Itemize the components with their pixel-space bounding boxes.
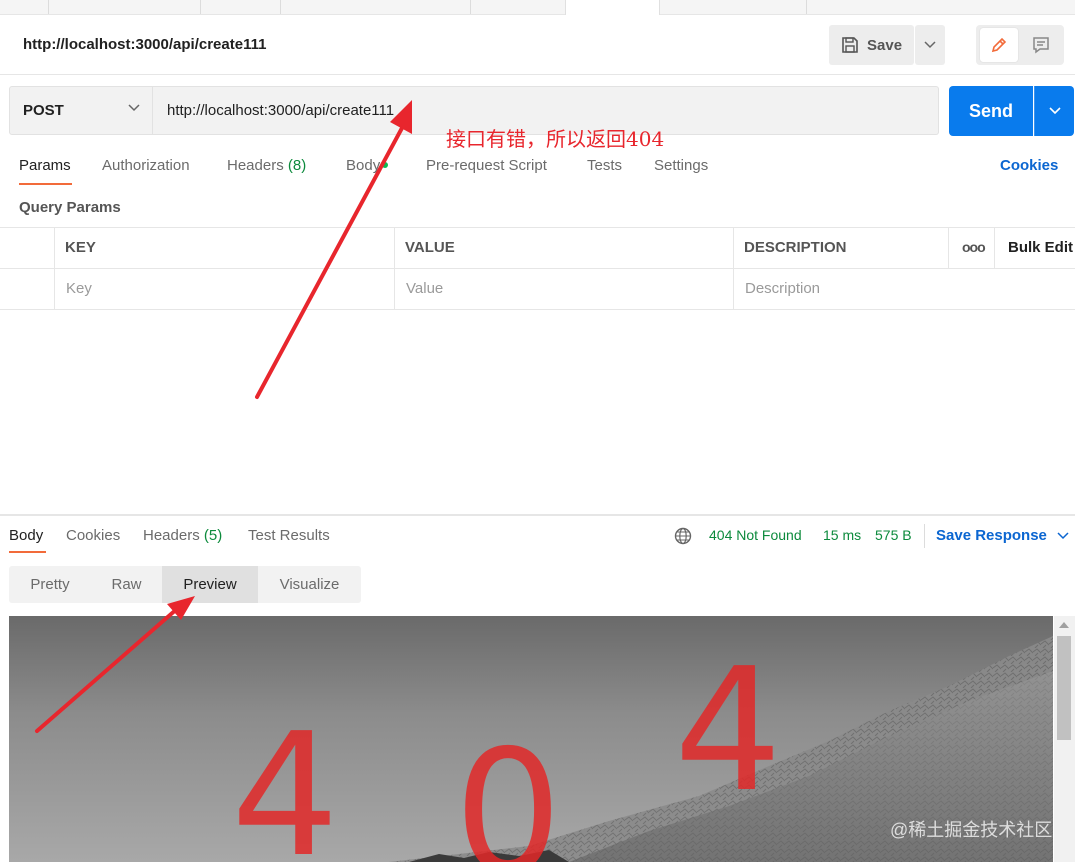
save-response-button[interactable]: Save Response [936,527,1069,544]
tab-authorization[interactable]: Authorization [102,157,190,174]
response-active-tab-indicator [9,551,46,553]
header-divider [0,74,1075,75]
method-label: POST [23,102,64,119]
active-request-tab[interactable] [565,0,660,15]
response-headers-count: (5) [203,527,223,544]
comments-mode-button[interactable] [1022,28,1060,62]
globe-icon[interactable] [674,527,692,545]
format-visualize[interactable]: Visualize [258,566,361,603]
response-headers-label: Headers [143,527,200,544]
tab-tests[interactable]: Tests [587,157,622,174]
save-icon [842,37,858,53]
response-time[interactable]: 15 ms [823,527,861,543]
active-tab-indicator [19,183,72,185]
response-tab-cookies[interactable]: Cookies [66,527,120,544]
pencil-icon [991,37,1007,53]
value-input[interactable]: Value [406,280,443,297]
save-options-button[interactable] [915,25,945,65]
more-options-button[interactable]: ooo [962,239,986,255]
response-tab-test-results[interactable]: Test Results [248,527,330,544]
format-preview[interactable]: Preview [162,566,258,603]
top-tab-strip [0,0,1075,15]
watermark: @稀土掘金技术社区 [890,820,1053,840]
format-raw[interactable]: Raw [91,566,162,603]
method-select[interactable]: POST [9,86,153,135]
tab-prerequest-script[interactable]: Pre-request Script [426,157,547,174]
tab-body[interactable]: Body [346,157,389,174]
chevron-down-icon [1057,532,1069,540]
request-title[interactable]: http://localhost:3000/api/create111 [23,36,266,53]
chevron-down-icon [1048,107,1061,115]
column-header-key: KEY [65,239,96,256]
tab-headers-count: (8) [287,157,307,174]
body-indicator-dot [382,162,389,169]
response-tab-body[interactable]: Body [9,527,43,544]
save-label: Save [867,36,903,54]
status-code[interactable]: 404 Not Found [709,527,802,543]
description-input[interactable]: Description [745,280,820,297]
comment-icon [1033,37,1049,54]
preview-digit-3: 4 [674,632,783,830]
save-button[interactable]: Save [829,25,914,65]
chevron-down-icon [924,41,936,49]
preview-digit-2: 0 [454,714,563,862]
preview-digit-1: 4 [231,697,340,862]
postman-window: http://localhost:3000/api/create111 Save… [0,0,1075,862]
table-row-border [0,268,1075,269]
bulk-edit-button[interactable]: Bulk Edit [1008,239,1073,256]
tab-headers-label: Headers [227,157,284,174]
response-size[interactable]: 575 B [875,527,912,543]
format-pretty[interactable]: Pretty [9,566,91,603]
column-header-description: DESCRIPTION [744,239,847,256]
cookies-link[interactable]: Cookies [1000,157,1058,174]
send-button[interactable]: Send [949,86,1033,136]
save-response-label: Save Response [936,527,1047,544]
annotation-text: 接口有错，所以返回404 [446,127,665,151]
response-tab-headers[interactable]: Headers (5) [143,527,222,544]
tab-body-label: Body [346,157,381,174]
scroll-up-arrow[interactable] [1059,622,1069,628]
table-bottom-border [0,309,1075,310]
chevron-down-icon [128,104,140,112]
tab-settings[interactable]: Settings [654,157,708,174]
column-header-value: VALUE [405,239,455,256]
send-options-button[interactable] [1034,86,1074,136]
tab-params[interactable]: Params [19,157,71,174]
annotation-arrow-url [255,100,412,399]
response-pane-border[interactable] [0,514,1075,516]
query-params-title: Query Params [19,199,121,216]
edit-mode-button[interactable] [980,28,1018,62]
key-input[interactable]: Key [66,280,92,297]
scrollbar-thumb[interactable] [1057,636,1071,740]
table-top-border [0,227,1075,228]
tab-headers[interactable]: Headers (8) [227,157,306,174]
